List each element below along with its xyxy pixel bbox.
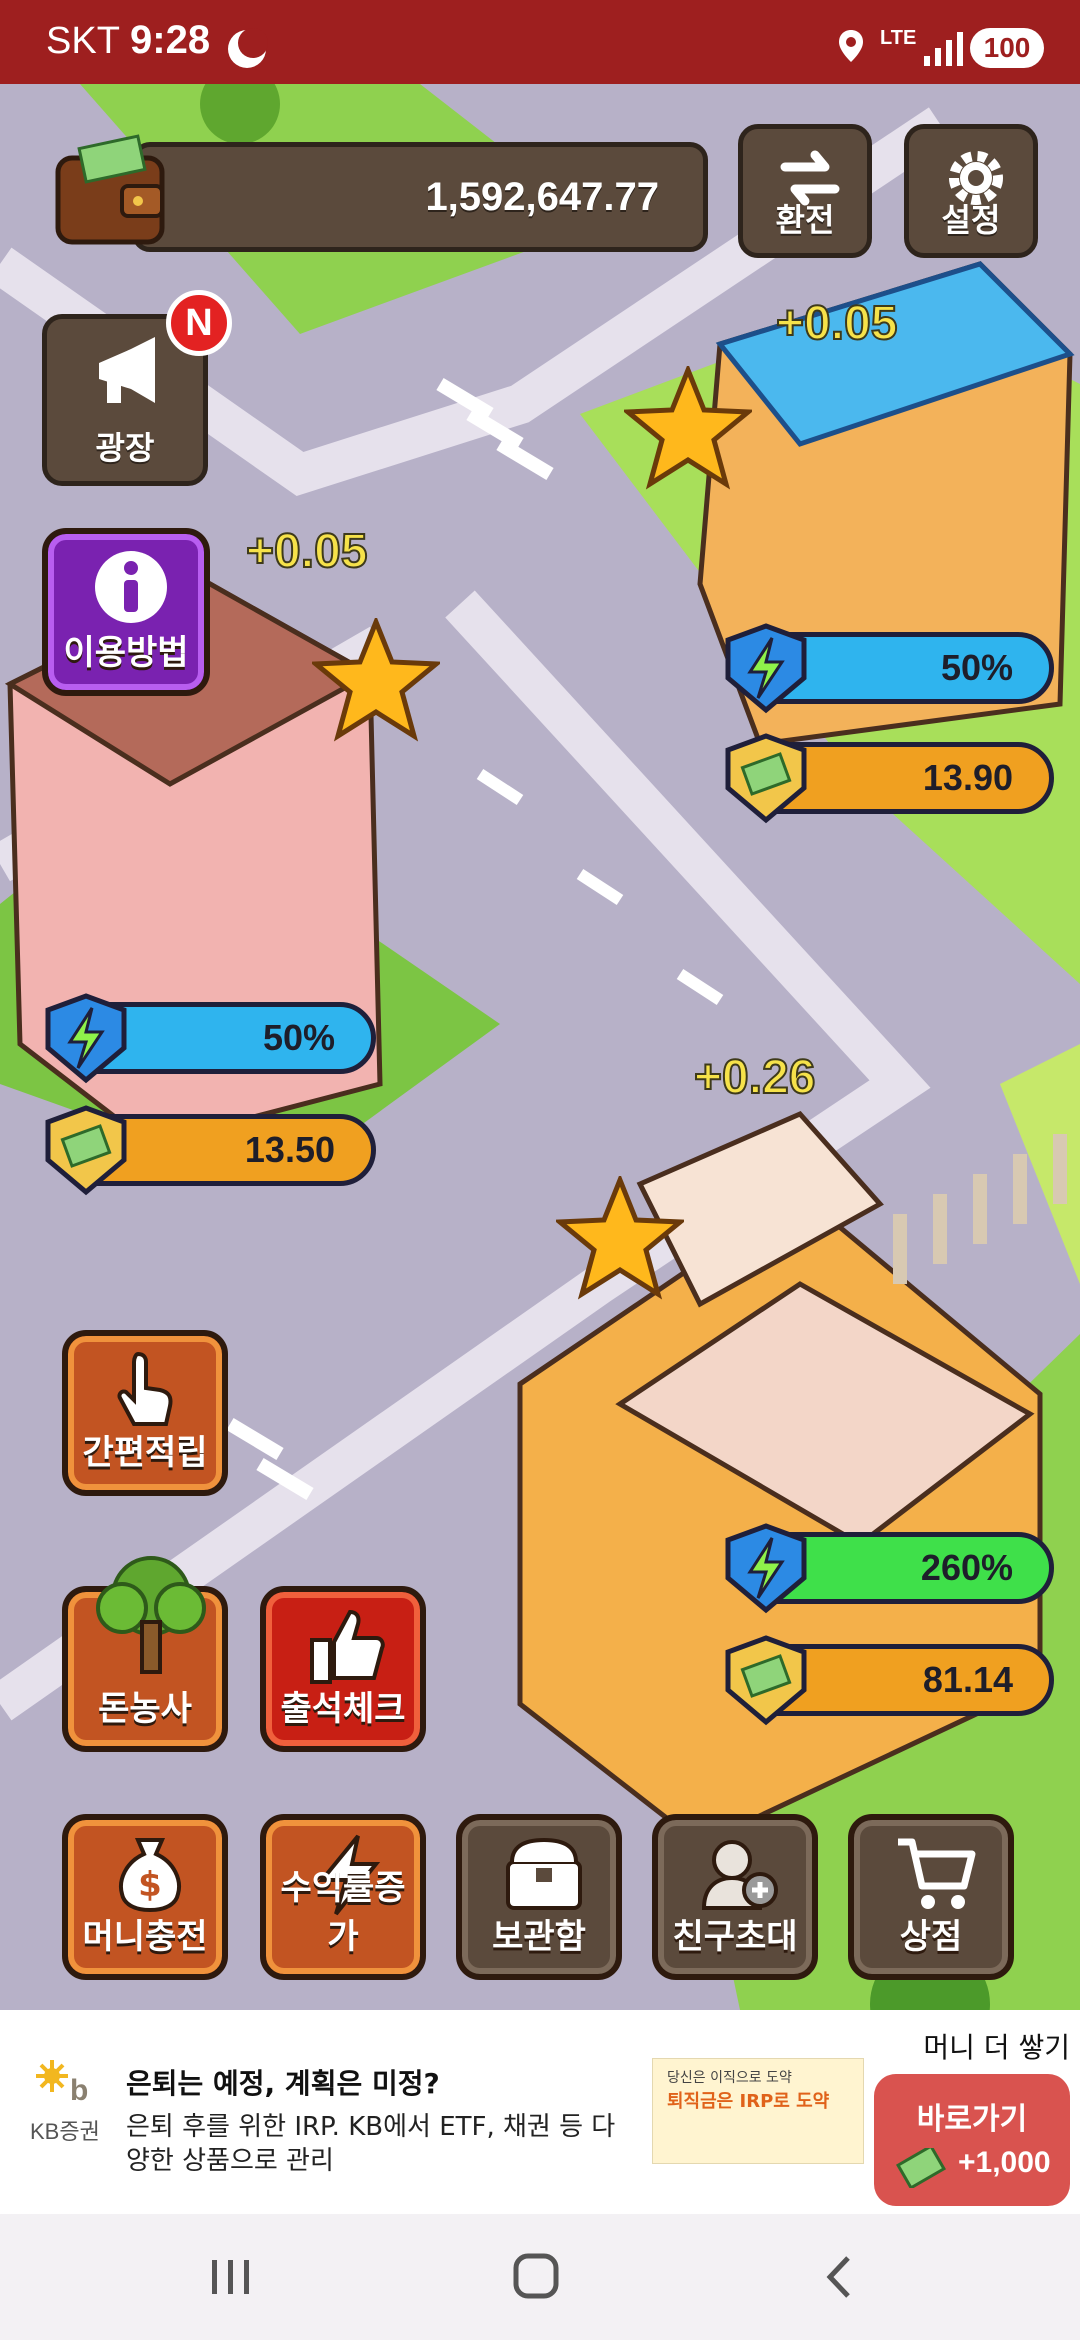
money-coin-icon <box>725 1635 807 1726</box>
home-icon[interactable] <box>506 2252 566 2302</box>
guide-label: 이용방법 <box>63 633 189 673</box>
settings-button[interactable]: 설정 <box>904 124 1038 258</box>
income-value: 13.50 <box>244 1129 335 1170</box>
ad-banner[interactable]: 머니 더 쌓기 b KB증권 은퇴는 예정, 계획은 미정? 은퇴 후를 위한 … <box>0 2010 1080 2214</box>
back-icon[interactable] <box>810 2252 870 2302</box>
lightning-shield-icon <box>725 623 807 714</box>
lightning-shield-icon <box>45 993 127 1084</box>
lightning-shield-icon <box>725 1523 807 1614</box>
info-icon <box>95 551 167 623</box>
money-coin-icon <box>45 1105 127 1196</box>
ad-thumb-line1: 당신은 이직으로 도약 <box>667 2070 792 2086</box>
boost-value: 50% <box>940 647 1013 688</box>
shop-label: 상점 <box>899 1917 963 1957</box>
signal-icon <box>924 32 963 66</box>
attendance-label: 출석체크 <box>280 1689 406 1729</box>
star-icon[interactable] <box>312 618 440 742</box>
recent-apps-icon[interactable] <box>200 2252 260 2302</box>
svg-text:$: $ <box>138 1865 162 1905</box>
boost-value: 260% <box>920 1547 1013 1588</box>
game-scene: 1,592,647.77 환전 설정 광장 N 이용방법 +0.05 50% 1… <box>0 84 1080 2010</box>
clock-time: 9:28 <box>130 18 211 62</box>
invite-friend-label: 친구초대 <box>672 1917 798 1957</box>
income-value: 81.14 <box>922 1659 1013 1700</box>
settings-label: 설정 <box>941 201 1001 239</box>
money-bill-icon <box>896 2148 946 2188</box>
boost-rate-label: 수익률증가 <box>280 1868 406 1957</box>
money-bag-icon: $ <box>119 1838 181 1913</box>
wallet-icon <box>55 134 165 245</box>
boost-rate-button[interactable]: 수익률증가 <box>260 1814 426 1980</box>
thumbs-up-icon <box>310 1609 385 1684</box>
building-rate-plus: +0.05 <box>245 524 368 579</box>
income-value: 13.90 <box>922 757 1013 798</box>
svg-text:b: b <box>70 2074 88 2107</box>
storage-button[interactable]: 보관함 <box>456 1814 622 1980</box>
exchange-button[interactable]: 환전 <box>738 124 872 258</box>
ad-cta-button[interactable]: 바로가기 +1,000 <box>874 2074 1070 2206</box>
building-rate-plus: +0.26 <box>693 1050 816 1105</box>
money-charge-button[interactable]: $ 머니충전 <box>62 1814 228 1980</box>
invite-friend-icon <box>701 1840 778 1910</box>
building-rate-plus: +0.05 <box>775 296 898 351</box>
advertiser-name: KB증권 <box>30 2119 100 2144</box>
ad-thumb-line2: 퇴직금은 IRP로 도약 <box>667 2091 830 2112</box>
balance-amount: 1,592,647.77 <box>425 175 659 219</box>
attendance-button[interactable]: 출석체크 <box>260 1586 426 1752</box>
wallet-balance-bar: 1,592,647.77 <box>52 134 708 252</box>
quick-collect-label: 간편적립 <box>82 1433 208 1473</box>
cta-reward: +1,000 <box>958 2146 1051 2179</box>
guide-button[interactable]: 이용방법 <box>42 528 210 696</box>
ad-body: 은퇴 후를 위한 IRP. KB에서 ETF, 채권 등 다양한 상품으로 관리 <box>126 2112 616 2176</box>
cart-icon <box>898 1838 976 1909</box>
cta-label: 바로가기 <box>916 2102 1028 2137</box>
ad-thumbnail[interactable]: 당신은 이직으로 도약 퇴직금은 IRP로 도약 <box>652 2058 864 2164</box>
status-bar: SKT 9:28 LTE 100 <box>0 0 1080 84</box>
money-charge-label: 머니충전 <box>82 1917 208 1957</box>
boost-value: 50% <box>262 1017 335 1058</box>
new-badge: N <box>166 290 232 356</box>
storage-label: 보관함 <box>492 1917 586 1957</box>
money-tree-button[interactable]: 돈농사 <box>62 1556 228 1752</box>
network-type: LTE <box>880 27 917 49</box>
carrier-label: SKT <box>46 20 120 62</box>
megaphone-icon <box>99 337 155 403</box>
earn-more-label: 머니 더 쌓기 <box>923 2031 1070 2064</box>
money-tree-icon <box>96 1556 206 1674</box>
location-icon <box>839 30 863 62</box>
ad-headline: 은퇴는 예정, 계획은 미정? <box>126 2067 440 2100</box>
exchange-label: 환전 <box>775 201 835 239</box>
storage-box-icon <box>506 1837 582 1910</box>
money-tree-label: 돈농사 <box>98 1689 192 1729</box>
invite-friend-button[interactable]: 친구초대 <box>652 1814 818 1980</box>
system-nav-bar <box>0 2214 1080 2340</box>
tap-hand-icon <box>117 1351 173 1426</box>
shop-button[interactable]: 상점 <box>848 1814 1014 1980</box>
star-icon[interactable] <box>556 1176 684 1300</box>
balance-plate: 1,592,647.77 <box>132 142 708 252</box>
do-not-disturb-icon <box>228 28 268 68</box>
kb-logo-icon: b <box>36 2060 88 2107</box>
star-icon[interactable] <box>624 366 752 490</box>
quick-collect-button[interactable]: 간편적립 <box>62 1330 228 1496</box>
money-coin-icon <box>725 733 807 824</box>
battery-indicator: 100 <box>970 28 1044 68</box>
plaza-label: 광장 <box>95 429 155 467</box>
